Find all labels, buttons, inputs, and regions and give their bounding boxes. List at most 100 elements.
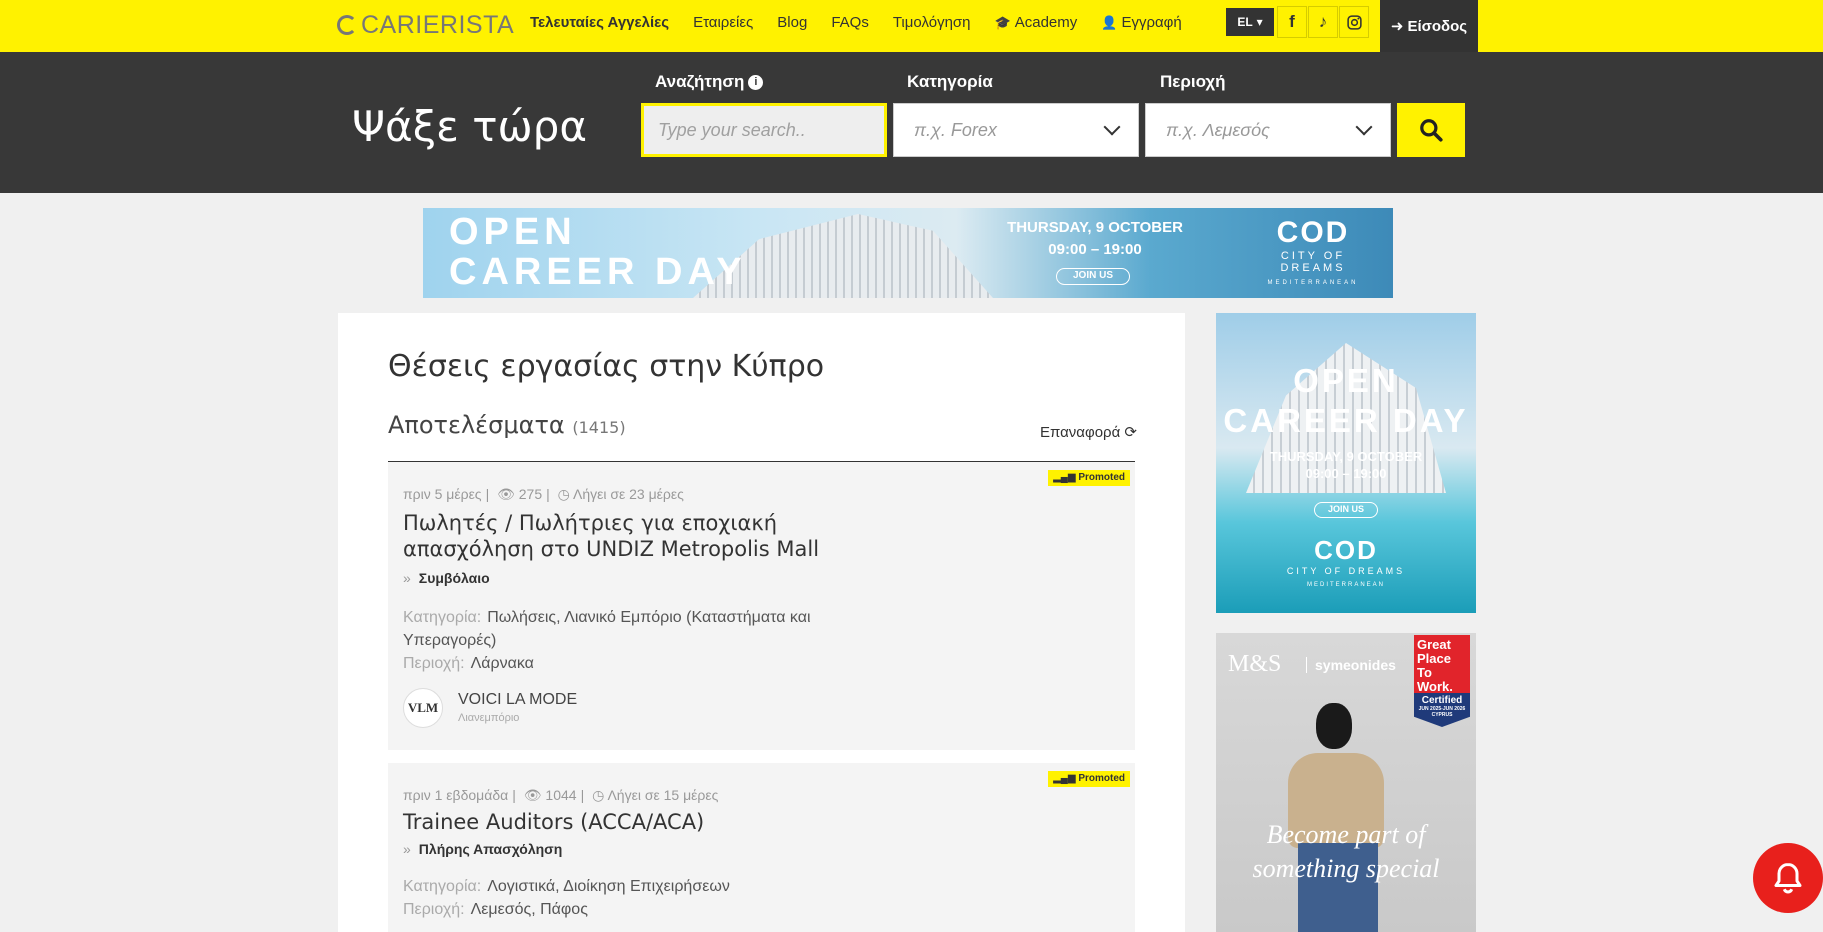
nav-companies[interactable]: Εταιρείες — [693, 14, 753, 31]
login-button[interactable]: ➜ Είσοδος — [1380, 0, 1478, 52]
view-count: 1044 — [545, 787, 577, 803]
ad-title-line1: OPEN — [1293, 362, 1399, 399]
search-input[interactable] — [641, 103, 887, 157]
ad-join-button[interactable]: JOIN US — [1314, 502, 1378, 518]
promoted-label: Promoted — [1078, 773, 1125, 784]
banner-join-button[interactable]: JOIN US — [1056, 268, 1130, 285]
job-card[interactable]: ▂▄▆ Promoted πριν 5 μέρες | 👁 275 | ◷ Λήγε… — [388, 462, 1135, 750]
main-nav: Τελευταίες Αγγελίες Εταιρείες Blog FAQs … — [530, 0, 1182, 44]
category-field-label: Κατηγορία: — [403, 609, 482, 626]
tiktok-icon[interactable]: ♪ — [1308, 6, 1338, 38]
ad-slogan: Become part of something special — [1216, 818, 1476, 886]
banner-time-text: 09:00 – 19:00 — [1048, 241, 1142, 258]
gptw-line2: Place — [1417, 651, 1451, 666]
region-select[interactable]: π.χ. Λεμεσός — [1145, 103, 1391, 157]
job-type-label: Πλήρης Απασχόληση — [418, 841, 563, 857]
facebook-icon[interactable]: f — [1277, 6, 1307, 38]
city-of-dreams-logo: COD CITY OF DREAMS MEDITERRANEAN — [1216, 535, 1476, 588]
logo-sub: MEDITERRANEAN — [1267, 280, 1359, 286]
region-field-label: Περιοχή: — [403, 655, 465, 672]
reset-button[interactable]: Επαναφορά ⟳ — [1040, 423, 1137, 441]
results-count: (1415) — [572, 418, 626, 437]
company-logo[interactable]: VLM — [403, 688, 443, 728]
job-region: Περιοχή: Λεμεσός, Πάφος — [403, 898, 843, 921]
category-placeholder: π.χ. Forex — [914, 119, 997, 140]
posted-date: πριν 5 μέρες — [403, 486, 482, 502]
logo-sub: MEDITERRANEAN — [1306, 582, 1385, 588]
results-heading: Αποτελέσματα (1415) — [388, 411, 626, 439]
category-select[interactable]: π.χ. Forex — [893, 103, 1139, 157]
logo-name: CITY OF DREAMS — [1280, 250, 1346, 274]
model-photo — [1276, 693, 1396, 932]
keyword-label-text: Αναζήτηση — [655, 72, 745, 91]
job-card[interactable]: ▂▄▆ Promoted πριν 1 εβδομάδα | 👁 1044 | ◷ … — [388, 763, 1135, 932]
clock-icon: ◷ — [557, 486, 570, 502]
career-day-banner[interactable]: OPEN CAREER DAY THURSDAY, 9 OCTOBER 09:0… — [423, 208, 1393, 298]
banner-title: OPEN CAREER DAY — [449, 212, 747, 292]
double-chevron-right-icon: » — [403, 570, 411, 586]
banner-date-text: THURSDAY, 9 OCTOBER — [1007, 219, 1183, 236]
nav-pricing[interactable]: Τιμολόγηση — [893, 14, 971, 31]
category-value: Λογιστικά, Διοίκηση Επιχειρήσεων — [487, 878, 730, 895]
nav-faqs[interactable]: FAQs — [831, 14, 869, 31]
ad-title-line2: CAREER DAY — [1223, 402, 1469, 439]
symeonides-brand: symeonides — [1306, 657, 1396, 673]
carierista-logo[interactable]: CARIERISTA — [337, 10, 514, 40]
notification-bell-button[interactable] — [1753, 843, 1823, 913]
language-value: EL — [1237, 15, 1253, 29]
banner-date: THURSDAY, 9 OCTOBER 09:00 – 19:00 — [995, 217, 1195, 261]
nav-register[interactable]: 👤 Εγγραφή — [1101, 14, 1181, 31]
gptw-line3: To — [1417, 665, 1432, 680]
logo-name: CITY OF DREAMS — [1286, 566, 1406, 576]
slogan-line2: something special — [1252, 854, 1440, 883]
user-plus-icon: 👤 — [1101, 14, 1118, 30]
instagram-icon[interactable] — [1339, 6, 1369, 38]
category-field-label: Κατηγορία: — [403, 878, 482, 895]
nav-latest-jobs[interactable]: Τελευταίες Αγγελίες — [530, 14, 669, 31]
ad-date-text: THURSDAY, 9 OCTOBER — [1269, 449, 1423, 464]
top-navbar: CARIERISTA Τελευταίες Αγγελίες Εταιρείες… — [0, 0, 1823, 52]
expiry: Λήγει σε 23 μέρες — [573, 486, 684, 502]
ad-time-text: 09:00 – 19:00 — [1305, 466, 1387, 481]
signal-icon: ▂▄▆ — [1053, 472, 1079, 483]
job-type: » Πλήρης Απασχόληση — [403, 841, 562, 857]
results-label: Αποτελέσματα — [388, 411, 565, 439]
graduation-cap-icon: 🎓 — [994, 14, 1011, 30]
ad-date: THURSDAY, 9 OCTOBER 09:00 – 19:00 — [1216, 448, 1476, 482]
job-title-link[interactable]: Trainee Auditors (ACCA/ACA) — [403, 809, 704, 835]
search-button[interactable] — [1397, 103, 1465, 157]
search-heading: Ψάξε τώρα — [352, 102, 588, 151]
region-field-label: Περιοχή: — [403, 901, 465, 918]
clock-icon: ◷ — [592, 787, 605, 803]
nav-academy[interactable]: 🎓 Academy — [995, 14, 1078, 31]
nav-register-label: Εγγραφή — [1121, 13, 1182, 31]
job-title-link[interactable]: Πωλητές / Πωλήτριες για εποχιακή απασχόλ… — [403, 510, 819, 562]
sidebar-ms-ad[interactable]: M&S symeonides Great Place To Work. Cert… — [1216, 633, 1476, 932]
job-type: » Συμβόλαιο — [403, 570, 490, 586]
region-label: Περιοχή — [1160, 72, 1226, 91]
great-place-to-work-badge: Great Place To Work. Certified JUN 2025-… — [1414, 635, 1470, 727]
gptw-line4: Work. — [1417, 679, 1453, 694]
sidebar-career-day-ad[interactable]: OPEN CAREER DAY THURSDAY, 9 OCTOBER 09:0… — [1216, 313, 1476, 613]
banner-title-line1: OPEN — [449, 211, 577, 253]
category-label: Κατηγορία — [907, 72, 993, 91]
refresh-icon: ⟳ — [1124, 424, 1137, 441]
eye-icon: 👁 — [497, 486, 515, 502]
page-title: Θέσεις εργασίας στην Κύπρο — [388, 349, 825, 384]
info-icon[interactable]: i — [748, 75, 764, 91]
chevron-down-icon — [1103, 118, 1121, 136]
keyword-label: Αναζήτηση i — [655, 72, 764, 92]
logo-text: CARIERISTA — [361, 10, 515, 39]
nav-blog[interactable]: Blog — [777, 14, 807, 31]
login-label: Είσοδος — [1407, 17, 1468, 35]
city-of-dreams-logo: COD CITY OF DREAMS MEDITERRANEAN — [1253, 216, 1373, 286]
language-selector[interactable]: EL ▾ — [1226, 8, 1274, 36]
logo-mark-icon — [337, 15, 357, 35]
promoted-badge: ▂▄▆ Promoted — [1048, 771, 1130, 787]
posted-date: πριν 1 εβδομάδα — [403, 787, 509, 803]
company-name[interactable]: VOICI LA MODE — [458, 691, 577, 709]
gptw-country: CYPRUS — [1431, 712, 1453, 718]
region-value: Λεμεσός, Πάφος — [470, 901, 588, 918]
banner-title-line2: CAREER DAY — [449, 251, 747, 293]
search-section: Ψάξε τώρα Αναζήτησηi Κατηγορία π.χ. Fore… — [0, 52, 1823, 193]
